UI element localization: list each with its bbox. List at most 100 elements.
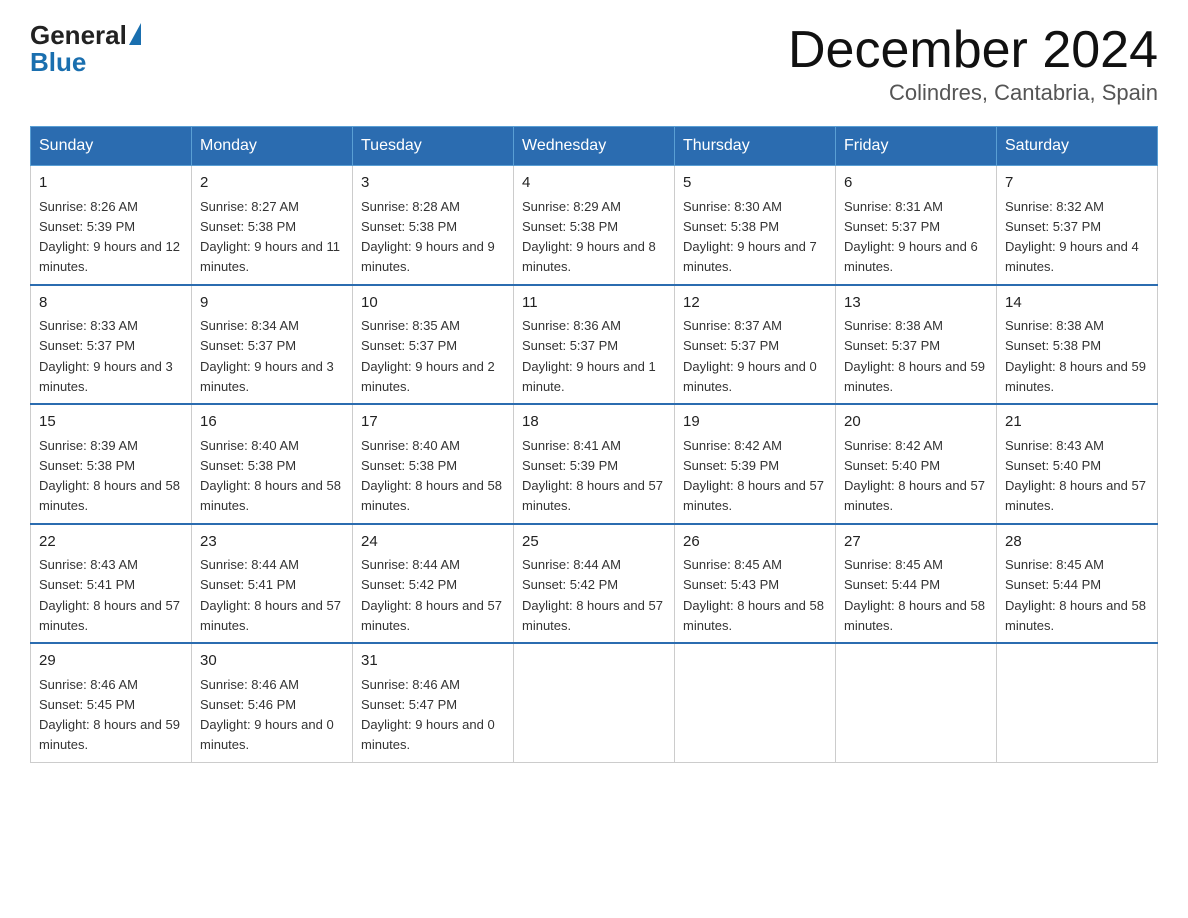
day-daylight: Daylight: 8 hours and 59 minutes. [844, 359, 985, 394]
day-number: 24 [361, 531, 505, 554]
calendar-subtitle: Colindres, Cantabria, Spain [788, 80, 1158, 106]
calendar-day-cell: 3 Sunrise: 8:28 AM Sunset: 5:38 PM Dayli… [353, 166, 514, 285]
logo: General Blue [30, 20, 141, 78]
day-sunset: Sunset: 5:38 PM [361, 219, 457, 234]
day-sunset: Sunset: 5:37 PM [683, 338, 779, 353]
calendar-day-cell: 19 Sunrise: 8:42 AM Sunset: 5:39 PM Dayl… [675, 404, 836, 524]
calendar-week-row: 22 Sunrise: 8:43 AM Sunset: 5:41 PM Dayl… [31, 524, 1158, 644]
day-number: 25 [522, 531, 666, 554]
calendar-day-cell: 7 Sunrise: 8:32 AM Sunset: 5:37 PM Dayli… [997, 166, 1158, 285]
day-sunset: Sunset: 5:38 PM [200, 458, 296, 473]
calendar-day-cell: 8 Sunrise: 8:33 AM Sunset: 5:37 PM Dayli… [31, 285, 192, 405]
calendar-day-cell: 2 Sunrise: 8:27 AM Sunset: 5:38 PM Dayli… [192, 166, 353, 285]
day-number: 8 [39, 292, 183, 315]
day-sunset: Sunset: 5:39 PM [522, 458, 618, 473]
day-sunrise: Sunrise: 8:38 AM [1005, 318, 1104, 333]
day-sunset: Sunset: 5:42 PM [522, 577, 618, 592]
calendar-day-cell: 14 Sunrise: 8:38 AM Sunset: 5:38 PM Dayl… [997, 285, 1158, 405]
calendar-day-cell: 6 Sunrise: 8:31 AM Sunset: 5:37 PM Dayli… [836, 166, 997, 285]
calendar-day-cell: 1 Sunrise: 8:26 AM Sunset: 5:39 PM Dayli… [31, 166, 192, 285]
day-sunset: Sunset: 5:38 PM [683, 219, 779, 234]
day-of-week-thursday: Thursday [675, 127, 836, 166]
day-sunset: Sunset: 5:37 PM [361, 338, 457, 353]
day-number: 2 [200, 172, 344, 195]
calendar-day-cell: 5 Sunrise: 8:30 AM Sunset: 5:38 PM Dayli… [675, 166, 836, 285]
day-sunrise: Sunrise: 8:45 AM [1005, 557, 1104, 572]
calendar-day-cell: 4 Sunrise: 8:29 AM Sunset: 5:38 PM Dayli… [514, 166, 675, 285]
day-number: 21 [1005, 411, 1149, 434]
day-number: 22 [39, 531, 183, 554]
day-daylight: Daylight: 8 hours and 57 minutes. [844, 478, 985, 513]
day-sunrise: Sunrise: 8:44 AM [522, 557, 621, 572]
day-number: 14 [1005, 292, 1149, 315]
page-header: General Blue December 2024 Colindres, Ca… [30, 20, 1158, 106]
day-sunset: Sunset: 5:42 PM [361, 577, 457, 592]
day-sunrise: Sunrise: 8:46 AM [39, 677, 138, 692]
day-of-week-friday: Friday [836, 127, 997, 166]
day-daylight: Daylight: 9 hours and 6 minutes. [844, 239, 978, 274]
title-block: December 2024 Colindres, Cantabria, Spai… [788, 20, 1158, 106]
day-number: 18 [522, 411, 666, 434]
day-sunrise: Sunrise: 8:28 AM [361, 199, 460, 214]
day-sunrise: Sunrise: 8:43 AM [1005, 438, 1104, 453]
day-sunset: Sunset: 5:37 PM [1005, 219, 1101, 234]
day-number: 30 [200, 650, 344, 673]
calendar-week-row: 29 Sunrise: 8:46 AM Sunset: 5:45 PM Dayl… [31, 643, 1158, 762]
day-sunset: Sunset: 5:37 PM [39, 338, 135, 353]
calendar-day-cell [675, 643, 836, 762]
day-sunset: Sunset: 5:41 PM [200, 577, 296, 592]
day-sunrise: Sunrise: 8:30 AM [683, 199, 782, 214]
day-sunset: Sunset: 5:38 PM [1005, 338, 1101, 353]
day-number: 15 [39, 411, 183, 434]
day-number: 13 [844, 292, 988, 315]
day-sunset: Sunset: 5:38 PM [522, 219, 618, 234]
day-number: 6 [844, 172, 988, 195]
day-sunrise: Sunrise: 8:36 AM [522, 318, 621, 333]
day-sunrise: Sunrise: 8:46 AM [361, 677, 460, 692]
day-number: 16 [200, 411, 344, 434]
day-sunset: Sunset: 5:47 PM [361, 697, 457, 712]
day-of-week-wednesday: Wednesday [514, 127, 675, 166]
day-daylight: Daylight: 9 hours and 3 minutes. [200, 359, 334, 394]
day-sunset: Sunset: 5:38 PM [361, 458, 457, 473]
day-daylight: Daylight: 9 hours and 0 minutes. [361, 717, 495, 752]
calendar-body: 1 Sunrise: 8:26 AM Sunset: 5:39 PM Dayli… [31, 166, 1158, 763]
day-sunset: Sunset: 5:46 PM [200, 697, 296, 712]
day-number: 10 [361, 292, 505, 315]
day-sunset: Sunset: 5:37 PM [844, 219, 940, 234]
day-sunrise: Sunrise: 8:29 AM [522, 199, 621, 214]
day-sunrise: Sunrise: 8:44 AM [361, 557, 460, 572]
day-sunrise: Sunrise: 8:46 AM [200, 677, 299, 692]
day-daylight: Daylight: 8 hours and 59 minutes. [39, 717, 180, 752]
day-sunset: Sunset: 5:40 PM [1005, 458, 1101, 473]
calendar-day-cell: 11 Sunrise: 8:36 AM Sunset: 5:37 PM Dayl… [514, 285, 675, 405]
day-sunrise: Sunrise: 8:45 AM [683, 557, 782, 572]
calendar-day-cell: 10 Sunrise: 8:35 AM Sunset: 5:37 PM Dayl… [353, 285, 514, 405]
day-sunset: Sunset: 5:39 PM [39, 219, 135, 234]
day-number: 20 [844, 411, 988, 434]
day-daylight: Daylight: 8 hours and 57 minutes. [522, 478, 663, 513]
day-number: 1 [39, 172, 183, 195]
day-number: 28 [1005, 531, 1149, 554]
day-sunrise: Sunrise: 8:41 AM [522, 438, 621, 453]
calendar-title: December 2024 [788, 20, 1158, 80]
calendar-table: SundayMondayTuesdayWednesdayThursdayFrid… [30, 126, 1158, 763]
day-sunset: Sunset: 5:43 PM [683, 577, 779, 592]
day-of-week-saturday: Saturday [997, 127, 1158, 166]
calendar-day-cell: 12 Sunrise: 8:37 AM Sunset: 5:37 PM Dayl… [675, 285, 836, 405]
calendar-day-cell: 16 Sunrise: 8:40 AM Sunset: 5:38 PM Dayl… [192, 404, 353, 524]
day-daylight: Daylight: 8 hours and 57 minutes. [200, 598, 341, 633]
day-daylight: Daylight: 9 hours and 12 minutes. [39, 239, 180, 274]
day-daylight: Daylight: 9 hours and 7 minutes. [683, 239, 817, 274]
day-sunrise: Sunrise: 8:27 AM [200, 199, 299, 214]
calendar-header: SundayMondayTuesdayWednesdayThursdayFrid… [31, 127, 1158, 166]
calendar-day-cell: 15 Sunrise: 8:39 AM Sunset: 5:38 PM Dayl… [31, 404, 192, 524]
calendar-day-cell: 18 Sunrise: 8:41 AM Sunset: 5:39 PM Dayl… [514, 404, 675, 524]
day-sunrise: Sunrise: 8:42 AM [844, 438, 943, 453]
day-sunset: Sunset: 5:37 PM [522, 338, 618, 353]
day-sunrise: Sunrise: 8:32 AM [1005, 199, 1104, 214]
day-sunrise: Sunrise: 8:45 AM [844, 557, 943, 572]
day-number: 27 [844, 531, 988, 554]
logo-triangle-icon [129, 23, 141, 45]
day-number: 26 [683, 531, 827, 554]
